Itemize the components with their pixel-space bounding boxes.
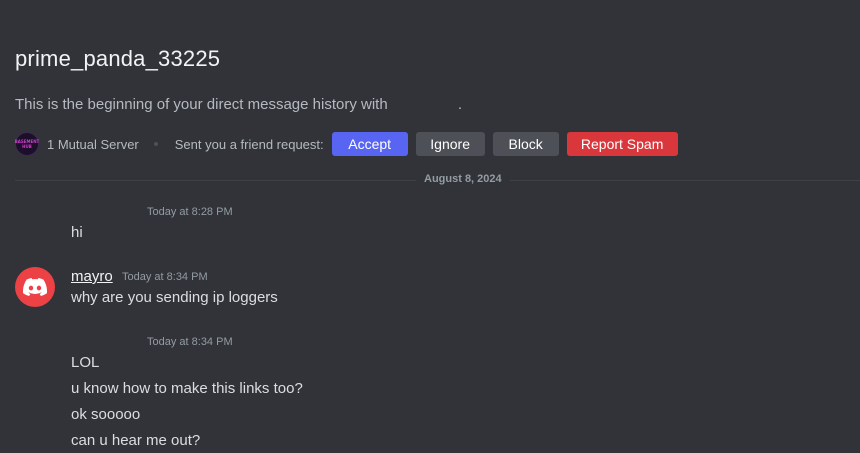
message-text: can u hear me out?	[71, 432, 201, 449]
message-timestamp: Today at 8:34 PM	[147, 336, 233, 348]
message-text: hi	[71, 224, 83, 241]
message-author[interactable]: mayro	[71, 268, 113, 285]
message-text: ok sooooo	[71, 406, 141, 423]
intro-text: This is the beginning of your direct mes…	[15, 96, 388, 113]
block-button[interactable]: Block	[492, 132, 559, 156]
message-text: why are you sending ip loggers	[71, 289, 278, 306]
server-icon-text: BASEMENT HUB	[14, 139, 40, 149]
message-timestamp: Today at 8:34 PM	[122, 271, 208, 283]
ignore-button[interactable]: Ignore	[415, 132, 485, 156]
dm-username-title: prime_panda_33225	[15, 46, 221, 71]
intro-period: .	[457, 96, 463, 113]
mutual-servers-link[interactable]: 1 Mutual Server	[47, 137, 139, 152]
message-timestamp: Today at 8:28 PM	[147, 206, 233, 218]
friend-request-label: Sent you a friend request:	[174, 136, 324, 152]
message-text: u know how to make this links too?	[71, 380, 303, 397]
separator-dot	[153, 142, 158, 146]
report-spam-button[interactable]: Report Spam	[566, 132, 678, 156]
dm-intro-text: This is the beginning of your direct mes…	[15, 96, 462, 113]
avatar[interactable]	[15, 267, 55, 307]
message-text: LOL	[71, 354, 100, 371]
accept-button[interactable]: Accept	[331, 132, 408, 156]
date-divider-label: August 8, 2024	[416, 173, 510, 185]
discord-logo-icon	[23, 278, 47, 296]
profile-actions-bar: BASEMENT HUB 1 Mutual Server Sent you a …	[15, 131, 678, 157]
mutual-server-icon[interactable]: BASEMENT HUB	[15, 132, 39, 156]
